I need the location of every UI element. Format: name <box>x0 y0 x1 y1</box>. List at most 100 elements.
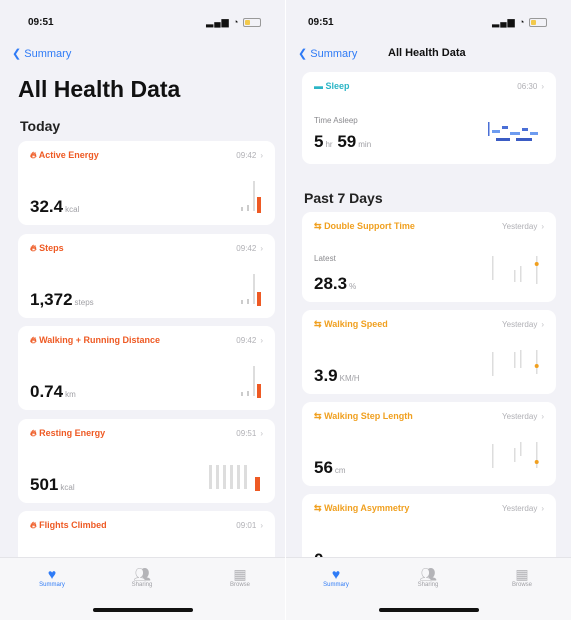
card-time: 09:42 › <box>236 336 263 345</box>
tab-summary[interactable]: ♥ Summary <box>306 566 366 588</box>
card-title: ⇆ Walking Speed <box>314 319 388 329</box>
card-title: 🔥︎ Steps <box>30 243 64 253</box>
sparkline-chart <box>241 181 261 213</box>
flame-icon: 🔥︎ <box>30 520 37 530</box>
nav-bar: ❮ Summary All Health Data <box>298 45 559 65</box>
card-time: 06:30 › <box>517 82 544 91</box>
back-button[interactable]: ❮ Summary <box>298 47 357 60</box>
chevron-left-icon: ❮ <box>12 48 22 60</box>
card-title: 🔥︎ Active Energy <box>30 150 99 160</box>
flame-icon: 🔥︎ <box>30 335 37 345</box>
nav-bar: ❮ Summary <box>12 45 273 65</box>
card-active-energy[interactable]: 🔥︎ Active Energy 09:42 › 32.4 kcal <box>18 141 275 225</box>
chevron-right-icon: › <box>260 521 263 530</box>
walking-arrows-icon: ⇆ <box>314 411 322 421</box>
back-label: Summary <box>310 48 358 60</box>
tab-sharing[interactable]: 👥︎ Sharing <box>398 566 458 588</box>
chevron-left-icon: ❮ <box>298 48 308 60</box>
grid-icon: ▦ <box>515 566 529 582</box>
card-title: 🔥︎ Resting Energy <box>30 428 106 438</box>
sparkline-chart <box>209 465 260 491</box>
card-title: 🔥︎ Flights Climbed <box>30 520 107 530</box>
sparkline-chart <box>492 350 539 376</box>
card-value: 501 kcal <box>30 475 75 494</box>
home-indicator <box>378 608 479 612</box>
battery-icon <box>243 18 261 28</box>
card-value: 32.4 kcal <box>30 197 80 216</box>
card-value: 56 cm <box>314 458 346 477</box>
status-time: 09:51 <box>28 17 54 28</box>
walking-arrows-icon: ⇆ <box>314 503 322 513</box>
card-time: 09:01 › <box>236 521 263 530</box>
page-title: All Health Data <box>18 76 181 102</box>
card-resting-energy[interactable]: 🔥︎ Resting Energy 09:51 › 501 kcal <box>18 419 275 503</box>
flame-icon: 🔥︎ <box>30 243 37 253</box>
card-value: 28.3% <box>314 274 357 293</box>
status-time: 09:51 <box>308 17 334 28</box>
heart-icon: ♥ <box>47 566 57 582</box>
card-title: ⇆ Double Support Time <box>314 221 415 231</box>
card-date: Yesterday › <box>502 412 544 421</box>
back-button[interactable]: ❮ Summary <box>12 47 71 60</box>
card-date: Yesterday › <box>502 222 544 231</box>
chevron-right-icon: › <box>260 244 263 253</box>
chevron-right-icon: › <box>260 151 263 160</box>
chevron-right-icon: › <box>541 412 544 421</box>
section-past-7-days: Past 7 Days <box>304 190 383 206</box>
sparkline-chart <box>241 274 261 306</box>
flame-icon: 🔥︎ <box>30 428 37 438</box>
chevron-right-icon: › <box>541 82 544 91</box>
card-subtitle: Time Asleep <box>314 116 358 125</box>
card-walking-running-distance[interactable]: 🔥︎ Walking + Running Distance 09:42 › 0.7… <box>18 326 275 410</box>
nav-title: All Health Data <box>388 47 466 59</box>
sparkline-chart <box>492 442 539 468</box>
walking-arrows-icon: ⇆ <box>314 319 322 329</box>
tab-browse[interactable]: ▦ Browse <box>210 566 270 588</box>
status-icons: ▂▄▆ ◔ <box>492 17 547 28</box>
signal-icon: ▂▄▆ <box>206 17 230 27</box>
card-walking-speed[interactable]: ⇆ Walking Speed Yesterday › 3.9 KM/H <box>302 310 556 394</box>
card-value: 0.74 km <box>30 382 76 401</box>
card-title: ⇆ Walking Asymmetry <box>314 503 410 513</box>
heart-icon: ♥ <box>331 566 341 582</box>
right-screen: 09:51 ▂▄▆ ◔ ❮ Summary All Health Data ▬ … <box>286 0 571 620</box>
card-title: ▬ Sleep <box>314 81 350 91</box>
bed-icon: ▬ <box>314 81 323 91</box>
card-double-support-time[interactable]: ⇆ Double Support Time Yesterday › Latest … <box>302 212 556 302</box>
card-value: 5 hr 59 min <box>314 132 372 151</box>
card-subtitle: Latest <box>314 254 336 263</box>
tab-bar: ♥ Summary 👥︎ Sharing ▦ Browse <box>0 557 285 620</box>
wifi-icon: ◔ <box>519 17 526 27</box>
tab-summary[interactable]: ♥ Summary <box>22 566 82 588</box>
tab-browse[interactable]: ▦ Browse <box>492 566 552 588</box>
home-indicator <box>92 608 193 612</box>
chevron-right-icon: › <box>541 504 544 513</box>
card-time: 09:42 › <box>236 151 263 160</box>
signal-icon: ▂▄▆ <box>492 17 516 27</box>
card-time: 09:42 › <box>236 244 263 253</box>
card-sleep[interactable]: ▬ Sleep 06:30 › Time Asleep 5 hr 59 min <box>302 72 556 164</box>
status-icons: ▂▄▆ ◔ <box>206 17 261 28</box>
chevron-right-icon: › <box>260 429 263 438</box>
card-title: ⇆ Walking Step Length <box>314 411 413 421</box>
tab-sharing[interactable]: 👥︎ Sharing <box>112 566 172 588</box>
grid-icon: ▦ <box>233 566 247 582</box>
people-icon: 👥︎ <box>133 566 151 582</box>
sparkline-chart <box>241 366 261 398</box>
chevron-right-icon: › <box>541 320 544 329</box>
sleep-chart <box>488 122 538 141</box>
left-screen: 09:51 ▂▄▆ ◔ ❮ Summary All Health Data To… <box>0 0 285 620</box>
card-steps[interactable]: 🔥︎ Steps 09:42 › 1,372 steps <box>18 234 275 318</box>
chevron-right-icon: › <box>541 222 544 231</box>
sparkline-chart <box>492 256 539 284</box>
card-time: 09:51 › <box>236 429 263 438</box>
wifi-icon: ◔ <box>233 17 240 27</box>
card-value: 1,372 steps <box>30 290 94 309</box>
card-walking-step-length[interactable]: ⇆ Walking Step Length Yesterday › 56 cm <box>302 402 556 486</box>
tab-bar: ♥ Summary 👥︎ Sharing ▦ Browse <box>286 557 571 620</box>
flame-icon: 🔥︎ <box>30 150 37 160</box>
chevron-right-icon: › <box>260 336 263 345</box>
back-label: Summary <box>24 48 72 60</box>
people-icon: 👥︎ <box>419 566 437 582</box>
card-date: Yesterday › <box>502 504 544 513</box>
